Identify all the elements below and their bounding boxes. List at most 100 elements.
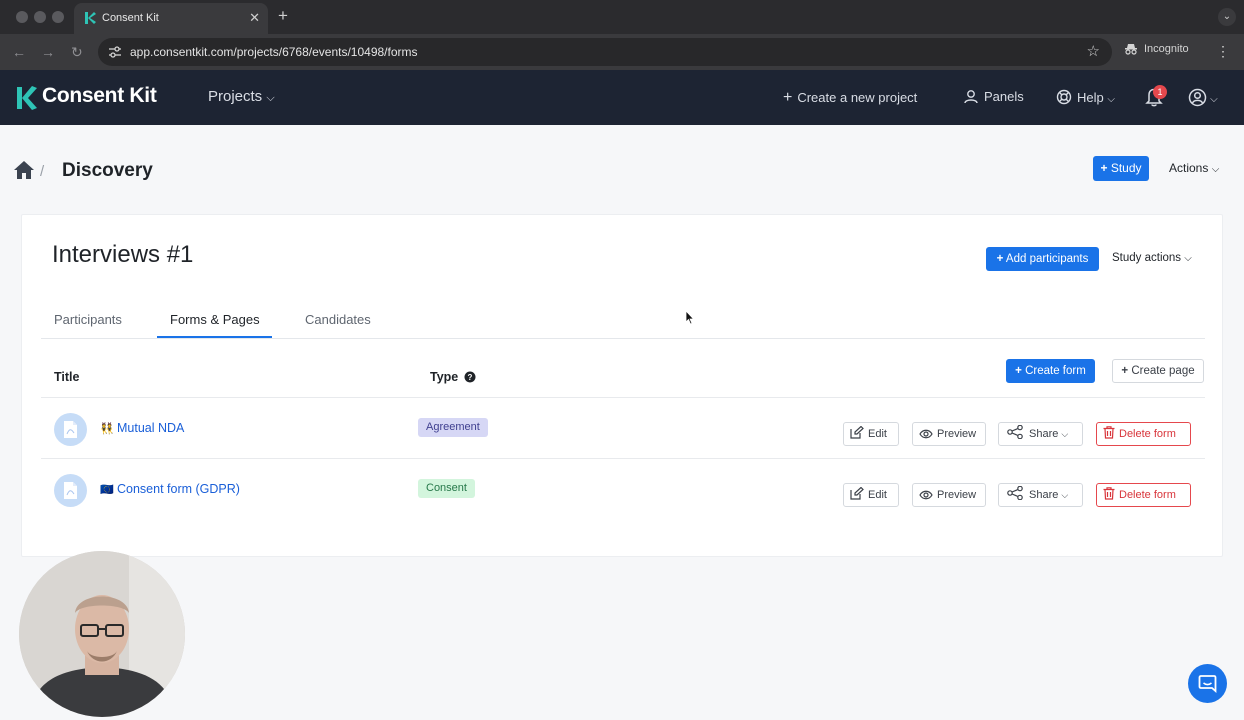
new-tab-icon[interactable]: + <box>278 6 288 26</box>
share-dropdown[interactable]: Share ⌵ <box>998 483 1083 507</box>
lifebuoy-icon <box>1056 89 1072 105</box>
help-menu[interactable]: Help ⌵ <box>1056 89 1115 105</box>
row-divider <box>41 458 1205 459</box>
presenter-video-icon <box>19 551 185 717</box>
actions-label: Actions <box>1169 161 1209 175</box>
users-icon <box>964 90 978 104</box>
trash-icon <box>1103 487 1115 500</box>
svg-text:?: ? <box>468 373 473 382</box>
site-settings-icon[interactable] <box>108 46 122 58</box>
consentkit-logo-icon[interactable] <box>16 84 38 112</box>
column-header-title: Title <box>54 370 80 384</box>
brand-name[interactable]: Consent Kit <box>42 84 157 108</box>
bookmark-star-icon[interactable]: ☆ <box>1087 42 1100 60</box>
chevron-down-icon: ⌵ <box>1184 253 1192 264</box>
mouse-cursor-icon <box>685 310 695 325</box>
forward-icon[interactable]: → <box>41 44 55 60</box>
study-actions-label: Study actions <box>1112 252 1182 264</box>
tab-forms-pages[interactable]: Forms & Pages <box>170 312 260 327</box>
create-form-label: Create form <box>1025 365 1086 377</box>
chevron-down-icon: ⌵ <box>1211 164 1220 175</box>
incognito-indicator[interactable]: Incognito <box>1124 43 1189 55</box>
browser-toolbar: ← → ↻ app.consentkit.com/projects/6768/e… <box>0 34 1244 70</box>
chevron-down-icon: ⌵ <box>1061 490 1069 500</box>
chevron-down-icon: ⌵ <box>1210 94 1218 105</box>
chevron-down-icon: ⌵ <box>266 92 275 104</box>
plus-icon: + <box>1100 161 1108 175</box>
help-label: Help <box>1077 90 1104 105</box>
close-icon[interactable]: ✕ <box>249 10 260 26</box>
tab-candidates[interactable]: Candidates <box>305 312 371 327</box>
pdf-document-icon <box>54 474 87 507</box>
edit-button[interactable]: Edit <box>843 422 899 446</box>
window-zoom-dot[interactable] <box>52 11 64 23</box>
pdf-document-icon <box>54 413 87 446</box>
consentkit-favicon-icon <box>85 12 96 24</box>
edit-button[interactable]: Edit <box>843 483 899 507</box>
form-title-link[interactable]: Mutual NDA <box>117 421 184 435</box>
breadcrumb-separator: / <box>40 163 45 180</box>
add-participants-label: Add participants <box>1005 253 1089 265</box>
study-button-label: Study <box>1110 161 1142 175</box>
preview-button[interactable]: Preview <box>912 483 986 507</box>
study-card: Interviews #1 + Add participants Study a… <box>21 214 1223 557</box>
url-text: app.consentkit.com/projects/6768/events/… <box>130 45 418 59</box>
chevron-down-icon: ⌵ <box>1061 429 1069 439</box>
share-icon <box>1007 485 1023 501</box>
delete-form-button[interactable]: Delete form <box>1096 483 1191 507</box>
create-page-button[interactable]: + Create page <box>1112 359 1204 383</box>
page-title: Discovery <box>62 160 153 181</box>
plus-icon: + <box>996 253 1004 265</box>
type-header-label: Type <box>430 370 459 384</box>
browser-tab-bar: Consent Kit ✕ + ⌄ <box>0 0 1244 34</box>
panels-link[interactable]: Panels <box>963 89 1024 104</box>
webcam-overlay <box>19 551 185 717</box>
window-minimize-dot[interactable] <box>34 11 46 23</box>
study-title: Interviews #1 <box>52 241 194 268</box>
chevron-down-icon[interactable]: ⌄ <box>1218 8 1236 26</box>
projects-menu[interactable]: Projects ⌵ <box>208 88 275 105</box>
add-study-button[interactable]: + Study <box>1093 156 1149 181</box>
address-bar[interactable]: app.consentkit.com/projects/6768/events/… <box>98 38 1112 66</box>
user-avatar-icon <box>1188 88 1207 107</box>
study-actions-dropdown[interactable]: Study actions ⌵ <box>1112 252 1192 264</box>
create-form-button[interactable]: + Create form <box>1006 359 1095 383</box>
create-project-label: Create a new project <box>797 90 918 105</box>
question-circle-icon[interactable]: ? <box>464 371 476 383</box>
browser-tab[interactable]: Consent Kit ✕ <box>74 3 268 34</box>
preview-label: Preview <box>937 489 977 501</box>
edit-label: Edit <box>868 489 887 501</box>
plus-icon: + <box>1121 365 1129 377</box>
incognito-icon <box>1125 44 1137 55</box>
edit-label: Edit <box>868 428 887 440</box>
back-icon[interactable]: ← <box>12 44 26 60</box>
add-participants-button[interactable]: + Add participants <box>986 247 1099 271</box>
tab-title: Consent Kit <box>102 12 159 24</box>
edit-icon <box>850 425 864 439</box>
share-dropdown[interactable]: Share ⌵ <box>998 422 1083 446</box>
user-menu[interactable]: ⌵ <box>1188 88 1218 107</box>
actions-dropdown[interactable]: Actions ⌵ <box>1169 161 1219 175</box>
plus-icon: + <box>1015 365 1022 377</box>
notification-badge: 1 <box>1153 85 1167 99</box>
share-label: Share <box>1029 489 1059 501</box>
preview-label: Preview <box>937 428 977 440</box>
row-divider <box>41 397 1205 398</box>
delete-label: Delete form <box>1119 489 1176 501</box>
edit-icon <box>850 486 864 500</box>
preview-button[interactable]: Preview <box>912 422 986 446</box>
row-emoji: 🇪🇺 <box>100 484 114 496</box>
more-menu-icon[interactable]: ⋮ <box>1216 43 1230 60</box>
tab-participants[interactable]: Participants <box>54 312 122 327</box>
delete-form-button[interactable]: Delete form <box>1096 422 1191 446</box>
create-project-link[interactable]: + Create a new project <box>783 89 917 107</box>
create-page-label: Create page <box>1131 365 1195 377</box>
trash-icon <box>1103 426 1115 439</box>
chat-launcher-button[interactable] <box>1188 664 1227 703</box>
share-label: Share <box>1029 428 1059 440</box>
form-title-link[interactable]: Consent form (GDPR) <box>117 482 240 496</box>
reload-icon[interactable]: ↻ <box>71 44 83 61</box>
eye-icon <box>919 429 933 439</box>
window-close-dot[interactable] <box>16 11 28 23</box>
home-icon[interactable] <box>13 160 35 180</box>
